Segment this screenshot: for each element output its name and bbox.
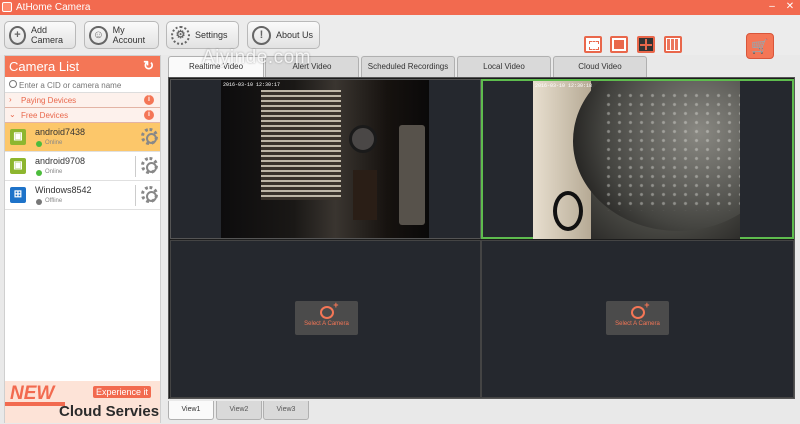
camera-status: Online [45, 169, 63, 175]
group-label: Free Devices [21, 111, 69, 120]
my-account-button[interactable]: ☺ My Account [84, 21, 159, 49]
about-us-label: About Us [276, 30, 314, 40]
group-free-devices[interactable]: ⌄ Free Devices i [5, 108, 160, 123]
video-pane-1[interactable]: 2016-03-10 12:30:17 [170, 79, 481, 239]
my-account-label: My Account [112, 25, 146, 45]
camera-name: Windows8542 [35, 185, 92, 195]
camera-status: Offline [45, 198, 63, 204]
video-pane-3[interactable]: Select A Camera [170, 240, 481, 398]
group-paying-devices[interactable]: › Paying Devices i [5, 93, 160, 108]
camera-feed-image [221, 80, 429, 238]
camera-item-android7438[interactable]: ▣ android7438 Online [5, 123, 160, 152]
settings-label: Settings [195, 30, 228, 40]
camera-name: android7438 [35, 127, 86, 137]
feed-blinds [261, 90, 341, 200]
tab-scheduled-recordings[interactable]: Scheduled Recordings [361, 56, 455, 77]
info-icon: ! [252, 25, 271, 45]
select-camera-button[interactable]: Select A Camera [295, 300, 358, 335]
camera-settings-icon[interactable] [141, 186, 158, 203]
banner-cloud-label: Cloud Servies [59, 403, 160, 420]
layout-single-icon[interactable] [584, 36, 602, 53]
window-title: AtHome Camera [16, 2, 91, 13]
camera-status: Online [45, 140, 63, 146]
divider [135, 156, 136, 177]
feed-lamp [349, 125, 377, 153]
about-us-button[interactable]: ! About Us [247, 21, 320, 49]
plus-icon: + [9, 25, 27, 45]
tab-local-video[interactable]: Local Video [457, 56, 551, 77]
camera-item-windows8542[interactable]: ⊞ Windows8542 Offline [5, 181, 160, 210]
feed-cup [353, 170, 377, 220]
tab-view2[interactable]: View2 [216, 401, 262, 420]
video-pane-4[interactable]: Select A Camera [481, 240, 794, 398]
camera-list-header: Camera List ↻ [5, 56, 160, 77]
camera-list-panel: Camera List ↻ › Paying Devices i ⌄ Free … [4, 55, 161, 423]
video-grid: 2016-03-10 12:30:17 2016-03-10 12:30:18 … [168, 77, 795, 399]
chevron-down-icon: ⌄ [9, 110, 16, 119]
add-camera-icon [630, 300, 650, 319]
tab-view3[interactable]: View3 [263, 401, 309, 420]
feed-bottle [399, 125, 425, 225]
gear-icon: ⚙ [171, 25, 190, 45]
info-icon[interactable]: i [144, 95, 154, 105]
tab-view1[interactable]: View1 [168, 401, 214, 420]
settings-button[interactable]: ⚙ Settings [166, 21, 239, 49]
video-pane-2[interactable]: 2016-03-10 12:30:18 [481, 79, 794, 239]
select-camera-button[interactable]: Select A Camera [606, 300, 669, 335]
refresh-icon[interactable]: ↻ [143, 58, 154, 74]
divider [135, 185, 136, 206]
minimize-button[interactable]: – [764, 0, 780, 15]
chevron-right-icon: › [9, 95, 12, 104]
android-icon: ▣ [10, 129, 26, 145]
camera-item-android9708[interactable]: ▣ android9708 Online [5, 152, 160, 181]
add-camera-icon [319, 300, 339, 319]
camera-settings-icon[interactable] [141, 157, 158, 174]
android-icon: ▣ [10, 158, 26, 174]
layout-nine-icon[interactable] [664, 36, 682, 53]
close-button[interactable]: ✕ [782, 0, 798, 15]
cart-icon[interactable]: 🛒 [746, 33, 774, 59]
offline-status-icon [36, 199, 42, 205]
camera-feed-image [533, 81, 740, 239]
online-status-icon [36, 170, 42, 176]
camera-name: android9708 [35, 156, 86, 166]
cloud-service-banner[interactable]: NEW Experience it Cloud Servies [5, 381, 160, 423]
camera-search [5, 77, 160, 93]
add-camera-button[interactable]: + Add Camera [4, 21, 76, 49]
windows-icon: ⊞ [10, 187, 26, 203]
title-bar: AtHome Camera – ✕ [0, 0, 800, 15]
app-icon [2, 2, 12, 12]
feed-cable [553, 191, 583, 231]
banner-new-label: NEW [10, 383, 55, 404]
feed-dome-spots [603, 91, 740, 211]
watermark: Aiyinde.com [202, 47, 311, 68]
camera-list-title: Camera List [9, 59, 80, 74]
add-camera-label: Add Camera [31, 25, 64, 45]
search-input[interactable] [19, 78, 157, 92]
feed-timestamp: 2016-03-10 12:30:18 [535, 83, 593, 89]
user-icon: ☺ [89, 25, 108, 45]
tab-cloud-video[interactable]: Cloud Video [553, 56, 647, 77]
layout-quad-icon[interactable] [637, 36, 655, 53]
select-camera-label: Select A Camera [615, 321, 660, 327]
online-status-icon [36, 141, 42, 147]
experience-it-button[interactable]: Experience it [93, 386, 152, 398]
search-icon [9, 80, 17, 88]
layout-fit-icon[interactable] [610, 36, 628, 53]
select-camera-label: Select A Camera [304, 321, 349, 327]
info-icon[interactable]: i [144, 110, 154, 120]
camera-settings-icon[interactable] [141, 128, 158, 145]
feed-timestamp: 2016-03-10 12:30:17 [223, 82, 281, 88]
group-label: Paying Devices [21, 96, 77, 105]
